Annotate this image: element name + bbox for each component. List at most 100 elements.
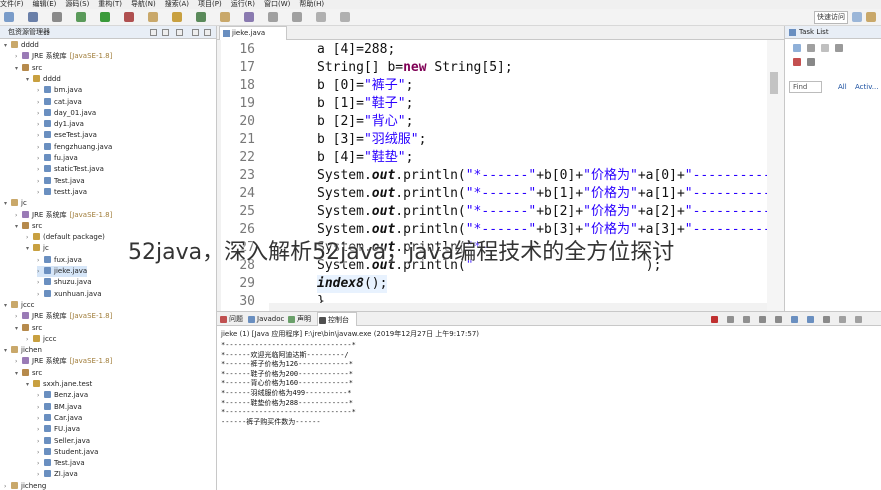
run-icon[interactable]: [100, 12, 110, 22]
editor-scroll-thumb[interactable]: [770, 72, 778, 94]
tree-item[interactable]: › jicheng: [4, 481, 46, 490]
task-find-input[interactable]: Find: [789, 81, 822, 93]
chevron-down-icon[interactable]: ▾: [4, 40, 11, 51]
chevron-right-icon[interactable]: ›: [37, 436, 44, 447]
console-tab[interactable]: 声明: [287, 312, 315, 326]
chevron-right-icon[interactable]: ›: [37, 469, 44, 480]
chevron-right-icon[interactable]: ›: [37, 424, 44, 435]
editor-horizontal-scrollbar[interactable]: [269, 303, 767, 311]
chevron-right-icon[interactable]: ›: [37, 390, 44, 401]
task-menu-icon[interactable]: [835, 44, 843, 52]
tree-item[interactable]: › shuzu.java: [37, 277, 92, 288]
chevron-right-icon[interactable]: ›: [37, 402, 44, 413]
back-icon[interactable]: [316, 12, 326, 22]
chevron-right-icon[interactable]: ›: [15, 311, 22, 322]
chevron-right-icon[interactable]: ›: [37, 153, 44, 164]
link-editor-icon[interactable]: [162, 29, 169, 36]
new-task-icon[interactable]: [793, 44, 801, 52]
code-line[interactable]: b [1]="鞋子";: [317, 95, 413, 113]
tree-item[interactable]: › JRE 系统库 [JavaSE-1.8]: [15, 51, 112, 62]
chevron-down-icon[interactable]: ▾: [26, 379, 33, 390]
chevron-right-icon[interactable]: ›: [37, 85, 44, 96]
sync-icon[interactable]: [821, 44, 829, 52]
open-console-icon[interactable]: [823, 316, 830, 323]
chevron-right-icon[interactable]: ›: [37, 142, 44, 153]
collapse-all-icon[interactable]: [150, 29, 157, 36]
tree-item[interactable]: › fux.java: [37, 255, 82, 266]
java-ee-perspective-icon[interactable]: [852, 12, 862, 22]
tree-item[interactable]: › Test.java: [37, 458, 85, 469]
chevron-right-icon[interactable]: ›: [15, 51, 22, 62]
tree-item[interactable]: › ZI.java: [37, 469, 78, 480]
tree-item[interactable]: › JRE 系统库 [JavaSE-1.8]: [15, 311, 112, 322]
tree-item[interactable]: › jccc: [26, 334, 57, 345]
tree-item[interactable]: ▾ jc: [4, 198, 27, 209]
tree-item[interactable]: › Seller.java: [37, 436, 90, 447]
new-package-icon[interactable]: [172, 12, 182, 22]
tree-item[interactable]: ▾ jichen: [4, 345, 42, 356]
menu-item[interactable]: 重构(T): [98, 0, 122, 8]
delete-completed-icon[interactable]: [793, 58, 801, 66]
new-java-project-icon[interactable]: [148, 12, 158, 22]
code-line[interactable]: System.out.println("*------"+b[1]+"价格为"+…: [317, 185, 779, 203]
tree-item[interactable]: › eseTest.java: [37, 130, 97, 141]
tree-item[interactable]: › Benz.java: [37, 390, 88, 401]
tree-item[interactable]: › cat.java: [37, 97, 82, 108]
menu-item[interactable]: 编辑(E): [33, 0, 57, 8]
print-icon[interactable]: [52, 12, 62, 22]
code-line[interactable]: b [3]="羽绒服";: [317, 131, 426, 149]
task-activate-link[interactable]: Activ...: [855, 81, 878, 93]
minimize-icon[interactable]: [839, 316, 846, 323]
tree-item[interactable]: › JRE 系统库 [JavaSE-1.8]: [15, 356, 112, 367]
chevron-down-icon[interactable]: ▾: [4, 198, 11, 209]
prev-annotation-icon[interactable]: [292, 12, 302, 22]
tree-item[interactable]: › Test.java: [37, 176, 85, 187]
chevron-right-icon[interactable]: ›: [26, 232, 33, 243]
code-line[interactable]: a [4]=288;: [317, 41, 395, 59]
tree-item[interactable]: › Student.java: [37, 447, 98, 458]
chevron-right-icon[interactable]: ›: [37, 108, 44, 119]
menu-item[interactable]: 源码(S): [65, 0, 89, 8]
tree-item[interactable]: ▾ dddd: [4, 40, 39, 51]
chevron-right-icon[interactable]: ›: [15, 210, 22, 221]
code-line[interactable]: b [4]="鞋垫";: [317, 149, 413, 167]
chevron-down-icon[interactable]: ▾: [4, 345, 11, 356]
chevron-right-icon[interactable]: ›: [15, 356, 22, 367]
word-wrap-icon[interactable]: [775, 316, 782, 323]
chevron-right-icon[interactable]: ›: [37, 266, 44, 277]
code-line[interactable]: b [0]="裤子";: [317, 77, 413, 95]
menu-item[interactable]: 项目(P): [198, 0, 222, 8]
forward-icon[interactable]: [340, 12, 350, 22]
menu-item[interactable]: 文件(F): [0, 0, 24, 8]
tree-item[interactable]: › jieke.java: [37, 266, 88, 277]
chevron-down-icon[interactable]: ▾: [15, 63, 22, 74]
new-class-icon[interactable]: [196, 12, 206, 22]
focus-icon[interactable]: [807, 58, 815, 66]
remove-all-icon[interactable]: [743, 316, 750, 323]
chevron-right-icon[interactable]: ›: [37, 255, 44, 266]
tree-item[interactable]: ▾ src: [15, 368, 42, 379]
menu-item[interactable]: 窗口(W): [264, 0, 290, 8]
maximize-icon[interactable]: [855, 316, 862, 323]
new-icon[interactable]: [4, 12, 14, 22]
code-line[interactable]: index8();: [317, 275, 388, 293]
editor-tab-jieke[interactable]: jieke.java: [219, 26, 287, 40]
debug-icon[interactable]: [76, 12, 86, 22]
code-line[interactable]: System.out.println("*------"+b[0]+"价格为"+…: [317, 167, 779, 185]
chevron-right-icon[interactable]: ›: [37, 130, 44, 141]
tree-item[interactable]: › dy1.java: [37, 119, 84, 130]
maximize-icon[interactable]: [204, 29, 211, 36]
chevron-down-icon[interactable]: ▾: [15, 221, 22, 232]
chevron-down-icon[interactable]: ▾: [26, 74, 33, 85]
external-tools-icon[interactable]: [124, 12, 134, 22]
remove-launch-icon[interactable]: [727, 316, 734, 323]
chevron-down-icon[interactable]: ▾: [15, 323, 22, 334]
tree-item[interactable]: › (default package): [26, 232, 105, 243]
tree-item[interactable]: › day_01.java: [37, 108, 96, 119]
tree-item[interactable]: › xunhuan.java: [37, 289, 102, 300]
task-all-link[interactable]: All: [838, 81, 847, 93]
pin-console-icon[interactable]: [791, 316, 798, 323]
console-tab[interactable]: Javadoc: [247, 312, 285, 326]
scroll-lock-icon[interactable]: [759, 316, 766, 323]
tree-item[interactable]: ▾ jc: [26, 243, 49, 254]
